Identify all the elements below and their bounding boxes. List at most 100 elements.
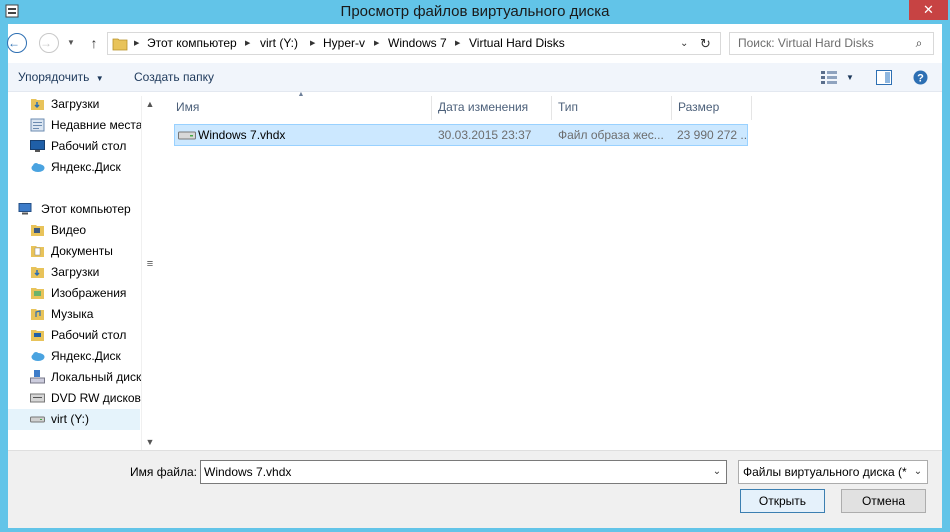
folder-icon	[112, 38, 128, 51]
window-title: Просмотр файлов виртуального диска	[340, 3, 610, 20]
new-folder-button[interactable]: Создать папку	[134, 63, 214, 92]
chevron-down-icon[interactable]: ⌄	[911, 461, 925, 483]
nav-item-label: Загрузки	[51, 97, 100, 111]
nav-item-label: Изображения	[51, 286, 127, 300]
refresh-icon[interactable]: ↻	[700, 33, 711, 54]
organize-button[interactable]: Упорядочить ▼	[18, 63, 104, 92]
preview-pane-icon[interactable]	[876, 70, 892, 85]
address-dropdown-icon[interactable]: ⌄	[680, 33, 688, 54]
cancel-button[interactable]: Отмена	[841, 489, 926, 513]
nav-scrollbar[interactable]: ▲ ≡ ▼	[141, 96, 157, 450]
local-disk-icon	[30, 370, 45, 384]
filename-label: Имя файла:	[130, 465, 197, 479]
computer-icon	[18, 203, 32, 215]
command-bar: Упорядочить ▼ Создать папку ▼ ?	[8, 63, 942, 92]
nav-item-video[interactable]: Видео	[30, 220, 150, 241]
search-box[interactable]: Поиск: Virtual Hard Disks ⌕	[729, 32, 934, 55]
nav-item-downloads-2[interactable]: Загрузки	[30, 262, 150, 283]
search-placeholder[interactable]: Поиск: Virtual Hard Disks	[738, 33, 874, 54]
file-type: Файл образа жес...	[558, 128, 664, 142]
nav-item-yandex-disk[interactable]: Яндекс.Диск	[30, 157, 150, 178]
nav-item-desktop[interactable]: Рабочий стол	[30, 136, 150, 157]
drive-icon	[30, 416, 45, 423]
nav-item-label: Локальный диск	[51, 370, 142, 384]
forward-button[interactable]: →	[39, 33, 59, 53]
nav-item-label: Музыка	[51, 307, 94, 321]
nav-item-downloads[interactable]: Загрузки	[30, 94, 150, 115]
breadcrumb-windows-7[interactable]: Windows 7	[388, 33, 447, 54]
nav-item-documents[interactable]: Документы	[30, 241, 150, 262]
virtual-disk-file-icon	[178, 131, 196, 140]
dvd-drive-icon	[30, 393, 45, 403]
nav-item-virt-drive[interactable]: virt (Y:)	[8, 409, 140, 430]
nav-item-label: Яндекс.Диск	[51, 160, 121, 174]
breadcrumb-separator-icon[interactable]: ▶	[374, 33, 379, 54]
navigation-pane: Загрузки Недавние места Рабочий стол Янд…	[8, 92, 158, 450]
desktop-icon	[30, 140, 45, 152]
recent-locations-button[interactable]: ▼	[64, 34, 78, 52]
folder-video-icon	[31, 225, 44, 236]
nav-item-label: Рабочий стол	[51, 328, 127, 342]
nav-item-local-disk[interactable]: Локальный диск	[30, 367, 150, 388]
folder-desktop-icon	[31, 330, 44, 341]
nav-item-label: Яндекс.Диск	[51, 349, 121, 363]
file-type-filter[interactable]: Файлы виртуального диска (* ⌄	[738, 460, 928, 484]
organize-label: Упорядочить	[18, 70, 90, 84]
close-button[interactable]: ✕	[909, 0, 948, 20]
breadcrumb-separator-icon[interactable]: ▶	[310, 33, 315, 54]
breadcrumb-this-pc[interactable]: Этот компьютер	[147, 33, 237, 54]
address-bar[interactable]: ▶ Этот компьютер ▶ virt (Y:) ▶ Hyper-v ▶…	[107, 32, 721, 55]
filename-combobox[interactable]: Windows 7.vhdx ⌄	[200, 460, 727, 484]
view-dropdown-icon[interactable]: ▼	[846, 63, 854, 92]
nav-item-this-pc[interactable]: Этот компьютер	[18, 199, 150, 220]
column-header-date[interactable]: Дата изменения	[432, 96, 552, 120]
breadcrumb-hyper-v[interactable]: Hyper-v	[323, 33, 365, 54]
nav-item-yandex-disk-2[interactable]: Яндекс.Диск	[30, 346, 150, 367]
file-type-filter-value: Файлы виртуального диска (*	[743, 465, 907, 479]
folder-pictures-icon	[31, 288, 44, 299]
breadcrumb-virtual-hard-disks[interactable]: Virtual Hard Disks	[469, 33, 565, 54]
nav-item-label: Рабочий стол	[51, 139, 127, 153]
cloud-icon	[31, 163, 45, 172]
chevron-down-icon[interactable]: ⌄	[710, 461, 724, 483]
breadcrumb-virt[interactable]: virt (Y:)	[260, 33, 298, 54]
nav-item-label: Недавние места	[51, 118, 143, 132]
scroll-thumb-grip-icon[interactable]: ≡	[144, 256, 156, 272]
column-header-size[interactable]: Размер	[672, 96, 752, 120]
scroll-down-icon[interactable]: ▼	[144, 434, 156, 450]
breadcrumb-separator-icon[interactable]: ▶	[245, 33, 250, 54]
nav-item-dvd-drive[interactable]: DVD RW дисково	[30, 388, 150, 409]
view-options-icon[interactable]	[821, 71, 837, 84]
chevron-down-icon: ▼	[67, 38, 75, 47]
arrow-up-icon: ↑	[90, 35, 98, 51]
scroll-up-icon[interactable]: ▲	[144, 96, 156, 112]
downloads-icon	[31, 99, 44, 110]
back-button[interactable]: ←	[7, 33, 27, 53]
nav-item-music[interactable]: Музыка	[30, 304, 150, 325]
nav-item-label: DVD RW дисково	[51, 391, 148, 405]
nav-item-label: Этот компьютер	[41, 202, 131, 216]
nav-item-label: Документы	[51, 244, 113, 258]
arrow-left-icon: ←	[8, 36, 20, 50]
nav-item-label: Загрузки	[51, 265, 100, 279]
column-header-name[interactable]: Имя	[170, 96, 432, 120]
file-row[interactable]: Windows 7.vhdx 30.03.2015 23:37 Файл обр…	[174, 124, 748, 146]
folder-documents-icon	[31, 246, 44, 257]
file-name: Windows 7.vhdx	[198, 128, 286, 142]
recent-places-icon	[30, 118, 45, 132]
breadcrumb-separator-icon[interactable]: ▶	[455, 33, 460, 54]
nav-item-desktop-2[interactable]: Рабочий стол	[30, 325, 150, 346]
open-button[interactable]: Открыть	[740, 489, 825, 513]
filename-input[interactable]: Windows 7.vhdx	[204, 461, 291, 483]
folder-music-icon	[31, 309, 44, 320]
cloud-icon	[31, 352, 45, 361]
search-icon[interactable]: ⌕	[911, 35, 927, 51]
help-icon[interactable]: ?	[913, 70, 928, 85]
svg-text:?: ?	[917, 73, 924, 85]
breadcrumb-separator-icon[interactable]: ▶	[134, 33, 139, 54]
column-header-type[interactable]: Тип	[552, 96, 672, 120]
nav-item-pictures[interactable]: Изображения	[30, 283, 150, 304]
nav-item-label: virt (Y:)	[51, 412, 89, 426]
up-button[interactable]: ↑	[85, 33, 103, 53]
nav-item-recent-places[interactable]: Недавние места	[30, 115, 150, 136]
